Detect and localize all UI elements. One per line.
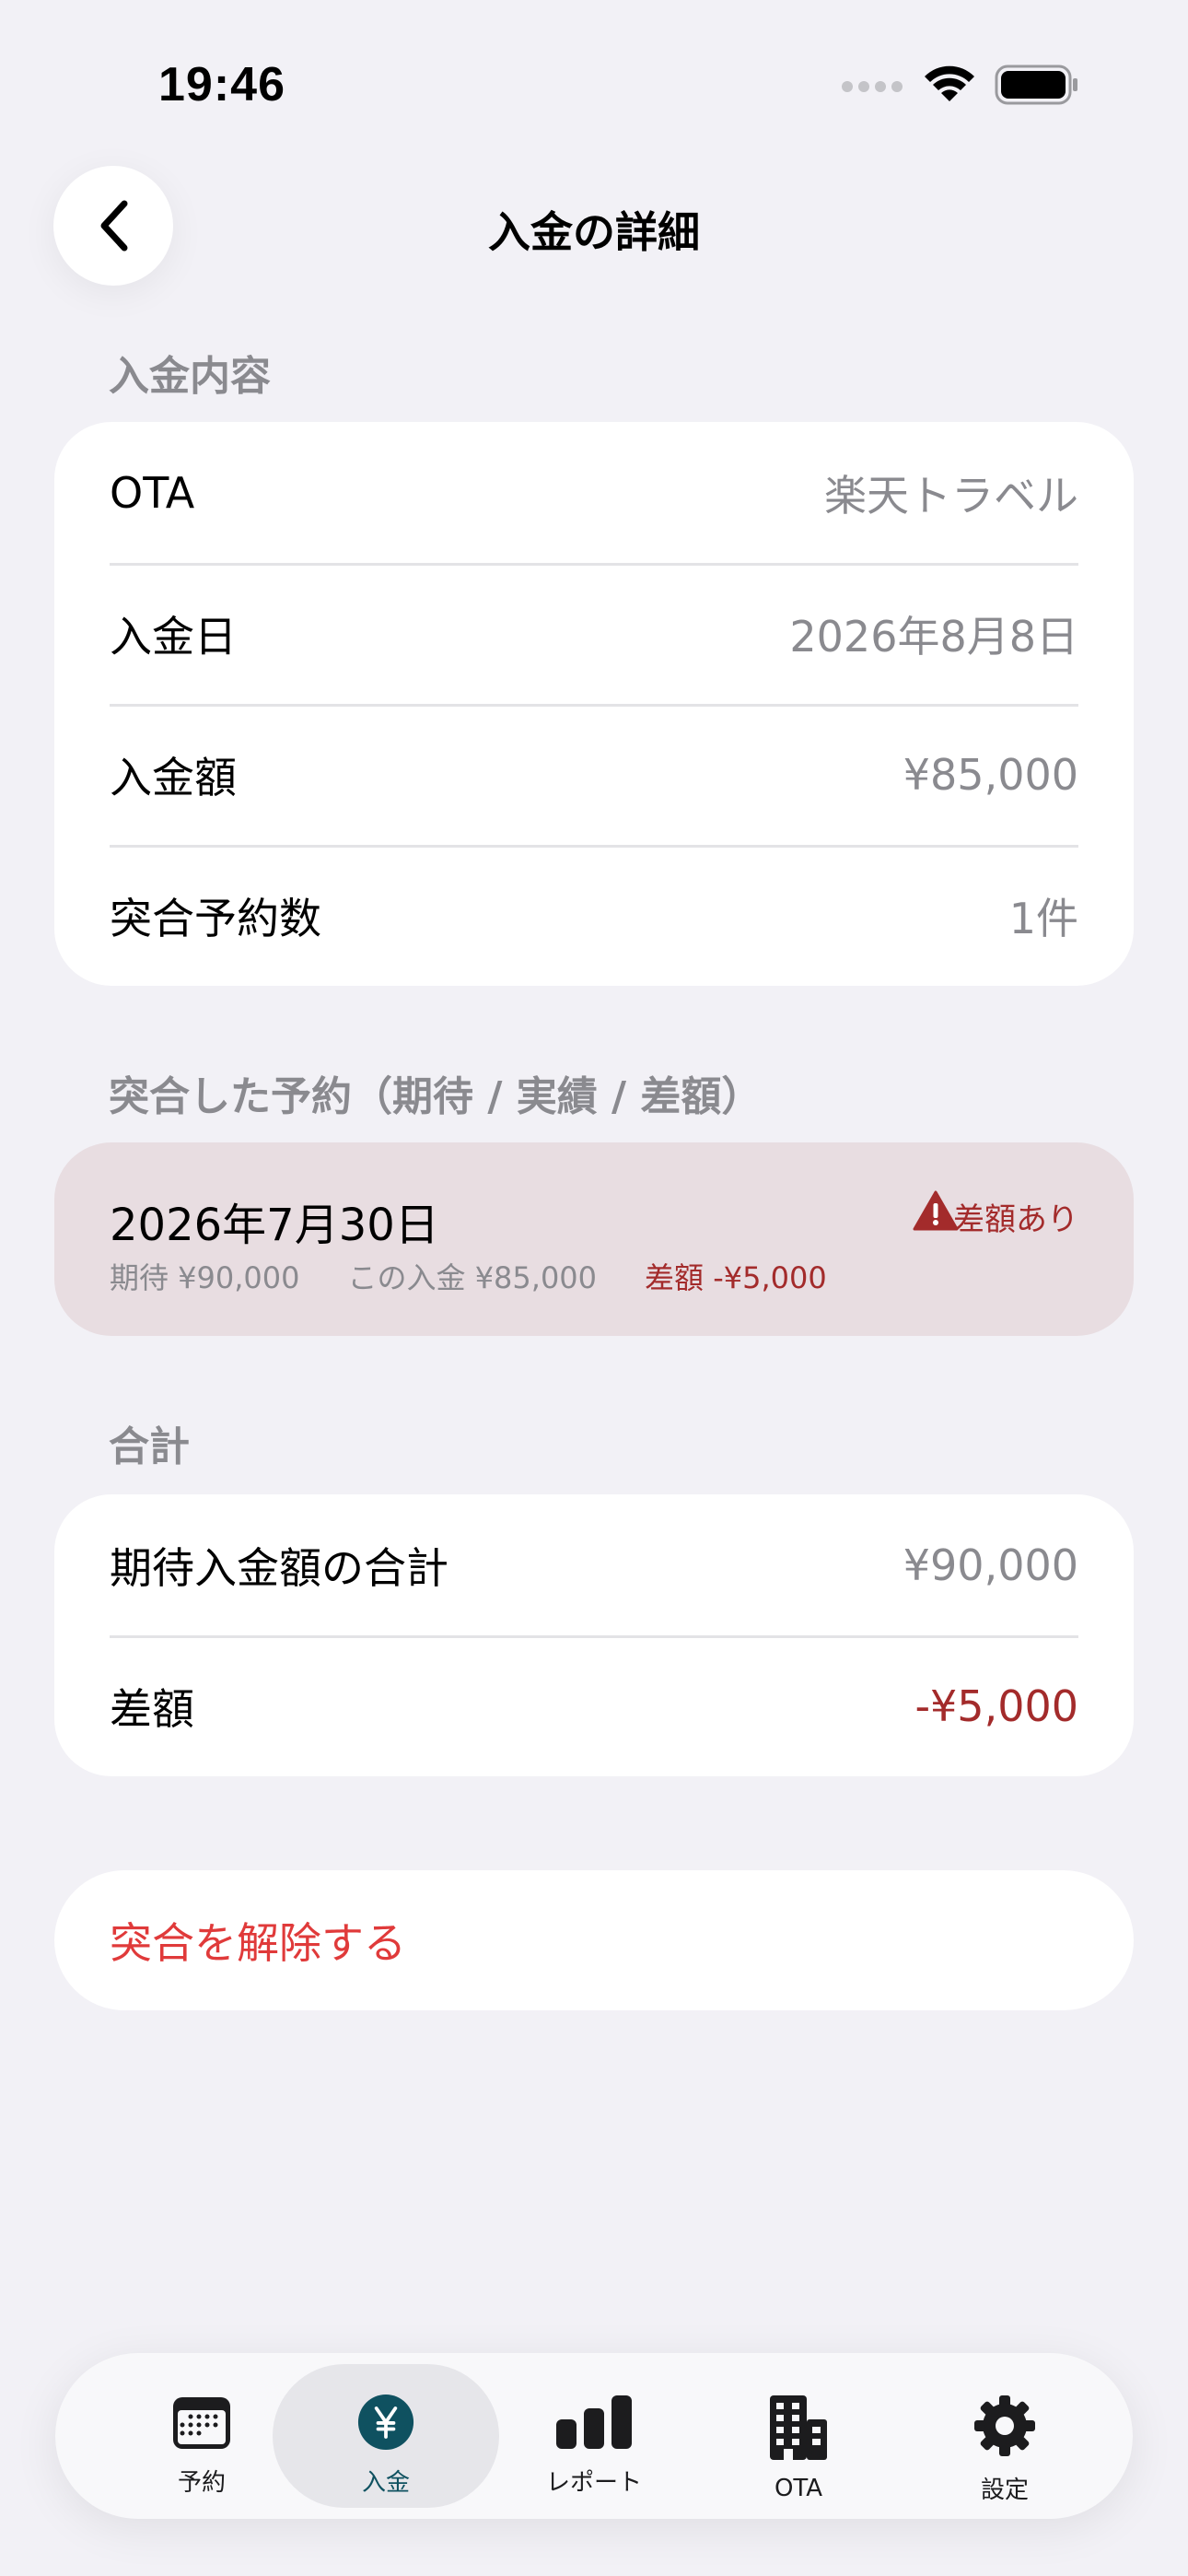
section-header-reconciled: 突合した予約（期待 / 実績 / 差額）: [109, 1073, 763, 1120]
row-label: 入金日: [110, 611, 237, 662]
row-label: OTA: [110, 467, 195, 518]
row-value: ¥90,000: [903, 1540, 1078, 1590]
status-badge: 差額あり: [953, 1201, 1078, 1238]
unmatch-button[interactable]: 突合を解除する: [54, 1870, 1134, 2010]
row-payment-amount: 入金額 ¥85,000: [54, 704, 1134, 845]
row-value: ¥85,000: [903, 749, 1078, 800]
row-label: 突合予約数: [110, 893, 321, 943]
status-icons: [840, 64, 1079, 105]
tab-bar: 予約 入金 レポート OTA 設定: [55, 2353, 1133, 2519]
row-value: 1件: [1008, 893, 1078, 943]
gear-icon: [974, 2395, 1035, 2456]
row-ota: OTA 楽天トラベル: [54, 422, 1134, 563]
tab-ota[interactable]: OTA: [685, 2364, 912, 2508]
this-payment-amount: この入金 ¥85,000: [347, 1260, 598, 1295]
row-label: 差額: [110, 1683, 194, 1734]
row-expected-total: 期待入金額の合計 ¥90,000: [54, 1494, 1134, 1635]
difference-amount: 差額 -¥5,000: [645, 1260, 827, 1295]
building-icon: [770, 2395, 827, 2460]
battery-icon: [995, 64, 1077, 105]
wifi-icon: [925, 65, 974, 101]
section-header-total: 合計: [109, 1423, 190, 1470]
tab-label: OTA: [774, 2475, 823, 2502]
row-payment-date: 入金日 2026年8月8日: [54, 563, 1134, 704]
cellular-signal-icon: [842, 81, 903, 92]
reservation-amounts: 期待 ¥90,000 この入金 ¥85,000 差額 -¥5,000: [110, 1255, 827, 1297]
status-time: 19:46: [158, 58, 285, 111]
payment-info-card: OTA 楽天トラベル 入金日 2026年8月8日 入金額 ¥85,000 突合予…: [54, 422, 1134, 986]
tab-label: レポート: [545, 2469, 642, 2497]
tab-label: 入金: [361, 2469, 410, 2497]
tab-settings[interactable]: 設定: [891, 2364, 1118, 2508]
tab-payments[interactable]: 入金: [273, 2364, 499, 2508]
row-value: -¥5,000: [914, 1680, 1078, 1731]
yen-icon: [357, 2394, 414, 2451]
payment-detail-screen: 19:46 入金の詳細 入金内容 OTA 楽天トラベル 入金日 2026年8月8…: [0, 0, 1188, 2576]
bar-chart-icon: [556, 2395, 632, 2449]
row-label: 期待入金額の合計: [110, 1542, 448, 1593]
tab-reports[interactable]: レポート: [481, 2364, 707, 2508]
row-difference: 差額 -¥5,000: [54, 1635, 1134, 1776]
expected-amount: 期待 ¥90,000: [110, 1260, 300, 1295]
reconciled-reservation-item[interactable]: 2026年7月30日 期待 ¥90,000 この入金 ¥85,000 差額 -¥…: [54, 1142, 1134, 1336]
calendar-icon: [173, 2397, 230, 2449]
row-reconciled-count: 突合予約数 1件: [54, 845, 1134, 986]
row-value: 楽天トラベル: [824, 470, 1078, 521]
tab-label: 予約: [177, 2469, 226, 2497]
reservation-date: 2026年7月30日: [110, 1200, 439, 1251]
section-header-payment: 入金内容: [109, 353, 271, 400]
row-value: 2026年8月8日: [789, 611, 1078, 662]
warning-triangle-icon: [913, 1190, 959, 1231]
total-card: 期待入金額の合計 ¥90,000 差額 -¥5,000: [54, 1494, 1134, 1776]
page-title: 入金の詳細: [488, 207, 700, 257]
tab-label: 設定: [980, 2476, 1029, 2504]
row-label: 入金額: [110, 752, 237, 802]
